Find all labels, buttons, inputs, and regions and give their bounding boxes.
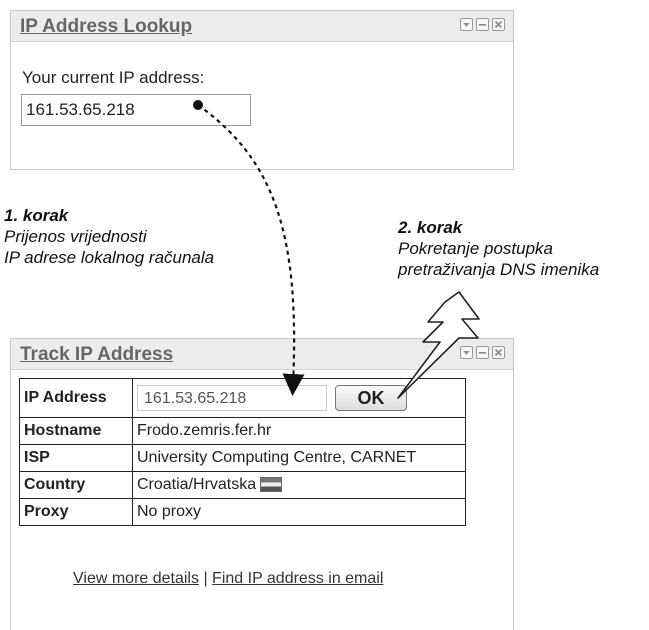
lightning-icon [397,291,480,399]
dotted-transfer-arrow [197,104,305,396]
annotation-overlay [193,100,480,399]
